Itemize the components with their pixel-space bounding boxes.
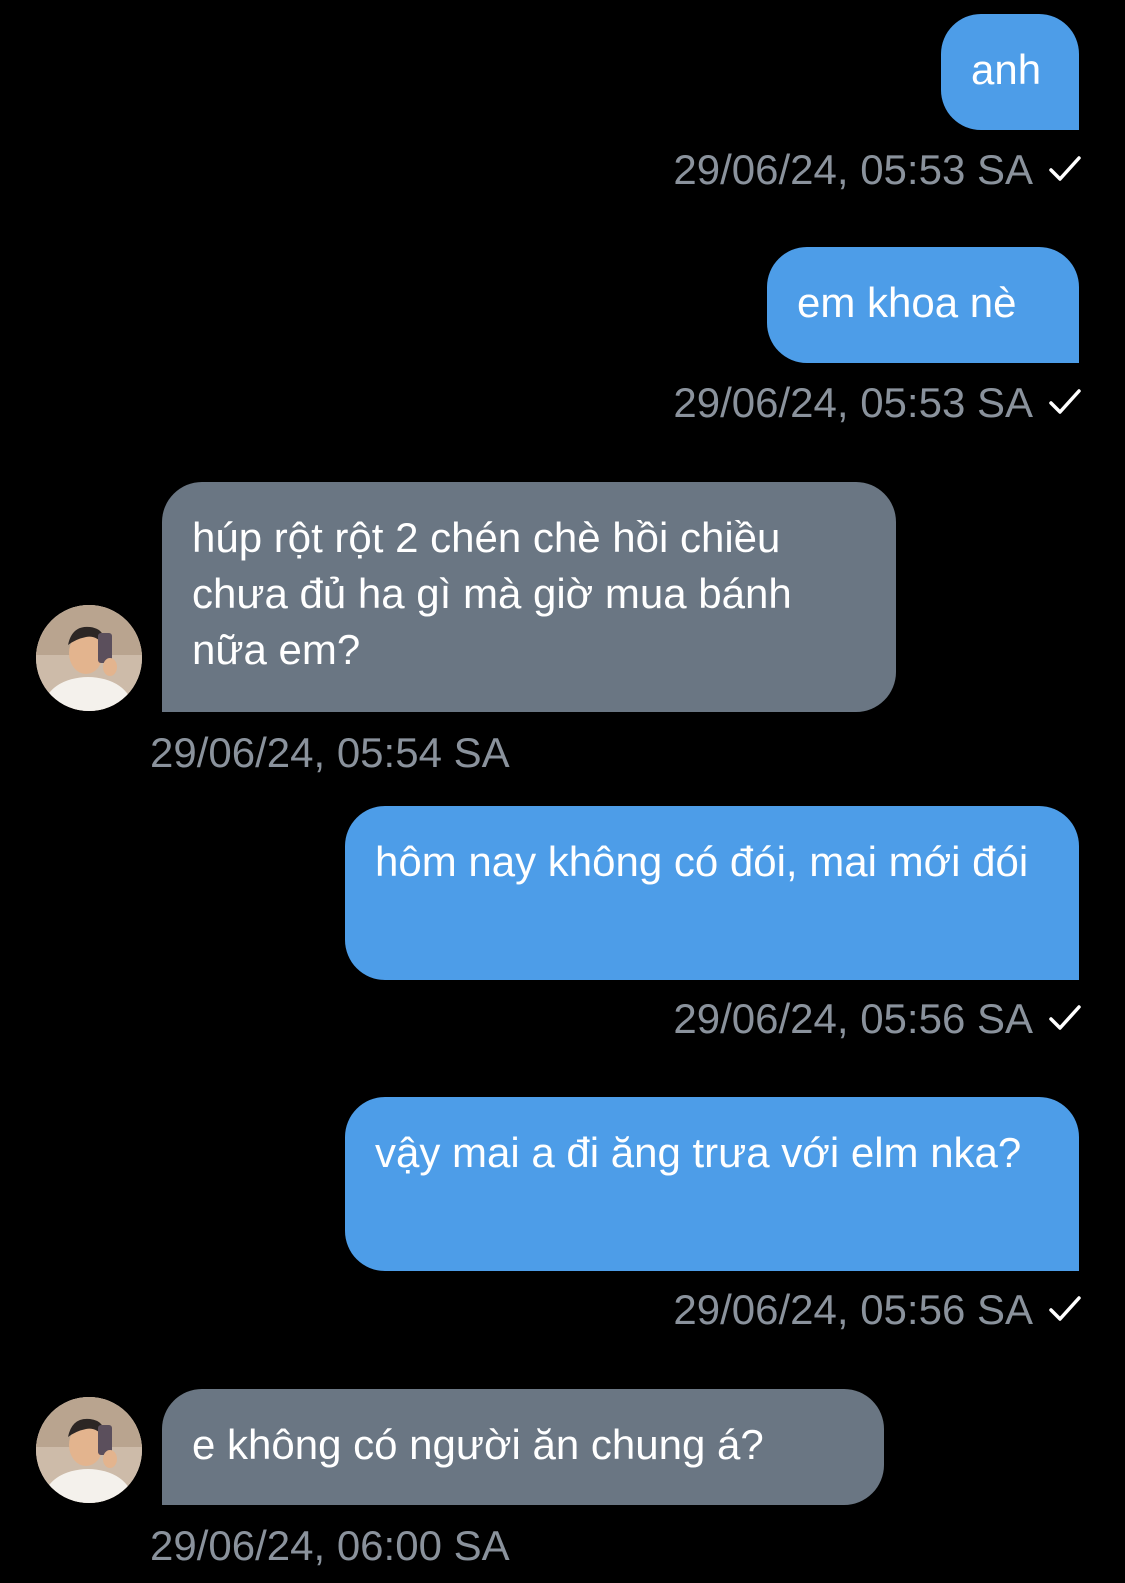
message-text: em khoa nè bbox=[797, 279, 1017, 326]
message-timestamp: 29/06/24, 05:54 SA bbox=[150, 728, 510, 778]
message-bubble-incoming[interactable]: húp rột rột 2 chén chè hồi chiều chưa đủ… bbox=[162, 482, 896, 712]
message-timestamp: 29/06/24, 05:56 SA bbox=[673, 994, 1085, 1044]
message-bubble-outgoing[interactable]: anh bbox=[941, 14, 1079, 130]
check-icon bbox=[1049, 389, 1081, 414]
message-timestamp: 29/06/24, 05:53 SA bbox=[673, 145, 1085, 195]
message-bubble-incoming[interactable]: e không có người ăn chung á? bbox=[162, 1389, 884, 1505]
check-icon bbox=[1049, 1005, 1081, 1030]
contact-avatar[interactable] bbox=[36, 605, 142, 711]
message-bubble-outgoing[interactable]: hôm nay không có đói, mai mới đói bbox=[345, 806, 1079, 980]
timestamp-text: 29/06/24, 05:53 SA bbox=[673, 146, 1033, 193]
message-text: vậy mai a đi ăng trưa với elm nka? bbox=[375, 1129, 1022, 1176]
message-text: hôm nay không có đói, mai mới đói bbox=[375, 838, 1029, 885]
avatar-image bbox=[36, 605, 142, 711]
message-timestamp: 29/06/24, 06:00 SA bbox=[150, 1521, 510, 1571]
message-timestamp: 29/06/24, 05:56 SA bbox=[673, 1285, 1085, 1335]
message-text: anh bbox=[971, 46, 1042, 93]
timestamp-text: 29/06/24, 05:56 SA bbox=[673, 1286, 1033, 1333]
timestamp-text: 29/06/24, 05:53 SA bbox=[673, 379, 1033, 426]
chat-thread: anh 29/06/24, 05:53 SA em khoa nè 29/06/… bbox=[0, 0, 1125, 1583]
message-text: e không có người ăn chung á? bbox=[192, 1421, 764, 1468]
check-icon bbox=[1049, 156, 1081, 181]
timestamp-text: 29/06/24, 05:56 SA bbox=[673, 995, 1033, 1042]
check-icon bbox=[1049, 1296, 1081, 1321]
message-timestamp: 29/06/24, 05:53 SA bbox=[673, 378, 1085, 428]
contact-avatar[interactable] bbox=[36, 1397, 142, 1503]
timestamp-text: 29/06/24, 05:54 SA bbox=[150, 729, 510, 776]
message-bubble-outgoing[interactable]: vậy mai a đi ăng trưa với elm nka? bbox=[345, 1097, 1079, 1271]
timestamp-text: 29/06/24, 06:00 SA bbox=[150, 1522, 510, 1569]
message-bubble-outgoing[interactable]: em khoa nè bbox=[767, 247, 1079, 363]
message-text: húp rột rột 2 chén chè hồi chiều chưa đủ… bbox=[192, 514, 792, 673]
avatar-image bbox=[36, 1397, 142, 1503]
